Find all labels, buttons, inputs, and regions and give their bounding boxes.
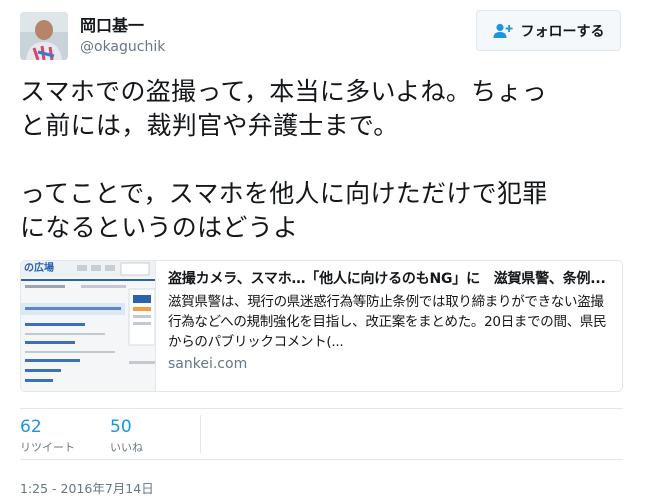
user-handle[interactable]: @okaguchik: [80, 39, 165, 55]
card-description: 滋賀県警は、現行の県迷惑行為等防止条例では取り締まりができない盗撮行為などへの規…: [168, 294, 607, 350]
tweet-line: スマホでの盗撮って，本当に多いよね。ちょっ: [20, 77, 548, 106]
retweet-count: 62: [20, 417, 42, 437]
retweet-stat[interactable]: 62 リツイート: [20, 417, 75, 455]
retweet-label: リツイート: [20, 441, 75, 454]
tweet-blank-line: [20, 143, 630, 177]
tweet-line: になるというのはどうよ: [20, 213, 299, 242]
card-thumbnail: の広場: [21, 261, 156, 391]
stats-divider: [200, 415, 201, 453]
tweet-timestamp[interactable]: 1:25 - 2016年7月14日: [20, 478, 154, 497]
webpage-thumbnail-image: [21, 261, 155, 391]
follow-button-label: フォローする: [520, 23, 605, 40]
tweet-text: スマホでの盗撮って，本当に多いよね。ちょっ と前には，裁判官や弁護士まで。 って…: [20, 75, 630, 245]
like-label: いいね: [110, 441, 143, 454]
avatar-image: [20, 12, 68, 60]
card-domain: sankei.com: [168, 356, 248, 372]
follow-button[interactable]: フォローする: [476, 10, 621, 51]
like-count: 50: [110, 417, 132, 437]
thumbnail-site-header: の広場: [24, 263, 54, 274]
tweet-stats: 62 リツイート 50 いいね: [20, 408, 623, 460]
add-user-icon: [493, 23, 513, 38]
link-card[interactable]: の広場 盗撮カメラ、スマホ…「他人に向けるのもNG」に 滋賀県警、条例... 滋…: [20, 260, 623, 392]
like-stat[interactable]: 50 いいね: [110, 417, 143, 455]
card-body: 盗撮カメラ、スマホ…「他人に向けるのもNG」に 滋賀県警、条例... 滋賀県警は…: [156, 261, 622, 391]
display-name[interactable]: 岡口基一: [80, 12, 144, 36]
card-title[interactable]: 盗撮カメラ、スマホ…「他人に向けるのもNG」に 滋賀県警、条例...: [168, 269, 610, 289]
tweet-line: ってことで，スマホを他人に向けただけで犯罪: [20, 179, 548, 208]
avatar[interactable]: [20, 12, 68, 60]
tweet-line: と前には，裁判官や弁護士まで。: [20, 111, 399, 140]
